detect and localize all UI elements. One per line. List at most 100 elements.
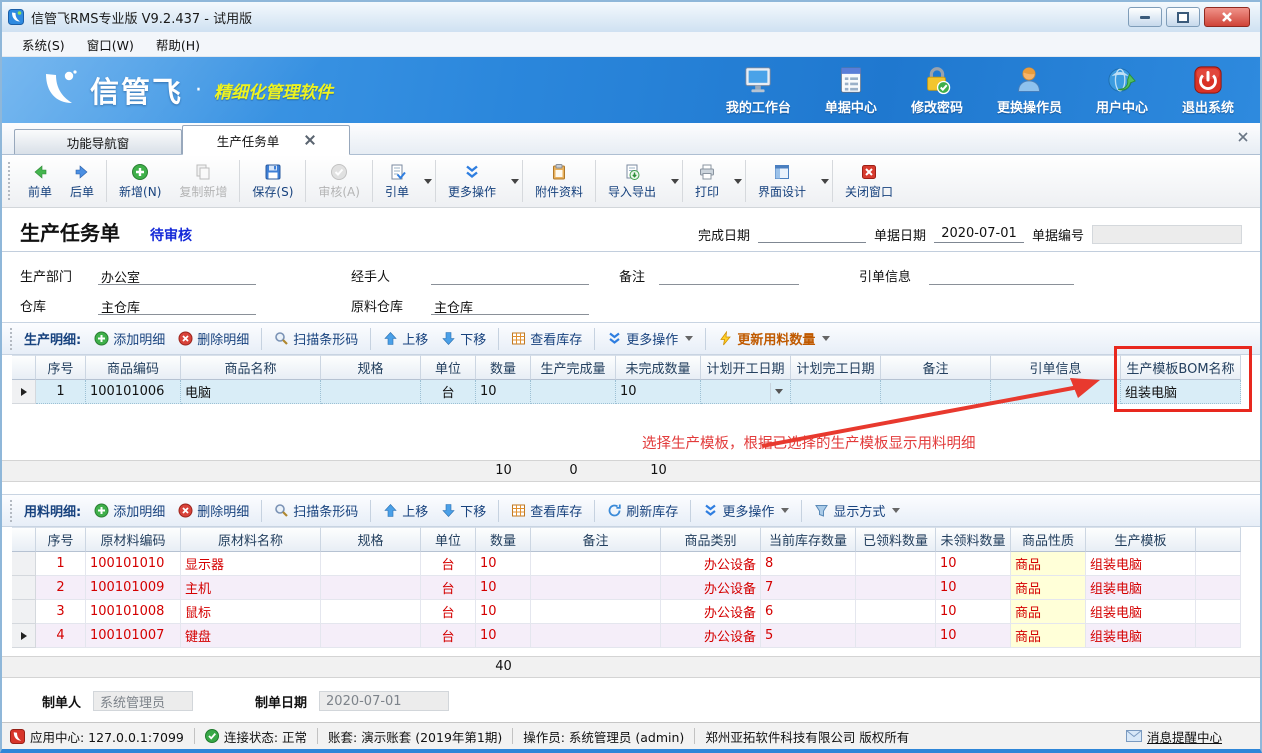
cell-unit[interactable]: 台 xyxy=(421,380,476,404)
tab-production-order[interactable]: 生产任务单 xyxy=(182,125,350,155)
cell-remark[interactable] xyxy=(531,576,661,600)
cell-material-code[interactable]: 100101010 xyxy=(86,552,181,576)
banner-action-user-center[interactable]: 用户中心 xyxy=(1096,65,1148,116)
dropdown-caret-icon[interactable] xyxy=(424,179,432,184)
cell-product-code[interactable]: 100101006 xyxy=(86,380,181,404)
column-header[interactable]: 未完成数量 xyxy=(616,355,701,380)
cell-remark[interactable] xyxy=(531,600,661,624)
column-header[interactable]: 商品类别 xyxy=(661,527,761,552)
dropdown-caret-icon[interactable] xyxy=(734,179,742,184)
banner-action-workbench[interactable]: 我的工作台 xyxy=(726,65,791,116)
column-header[interactable]: 数量 xyxy=(476,527,531,552)
cell-done-qty[interactable] xyxy=(531,380,616,404)
cell-seq[interactable]: 3 xyxy=(36,600,86,624)
ref-info-field[interactable] xyxy=(929,267,1074,285)
copy-new-button[interactable]: 复制新增 xyxy=(170,160,236,203)
column-header[interactable]: 备注 xyxy=(531,527,661,552)
cell-template[interactable]: 组装电脑 xyxy=(1086,552,1196,576)
finish-date-field[interactable] xyxy=(758,226,866,243)
dropdown-caret-icon[interactable] xyxy=(671,179,679,184)
column-header[interactable]: 单位 xyxy=(421,355,476,380)
cell-unit[interactable]: 台 xyxy=(421,552,476,576)
date-dropdown-button[interactable] xyxy=(770,383,786,401)
view-stock-button[interactable]: 查看库存 xyxy=(507,499,586,522)
move-up-button[interactable]: 上移 xyxy=(379,499,432,522)
cell-picked-qty[interactable] xyxy=(856,624,936,648)
column-header[interactable]: 序号 xyxy=(36,527,86,552)
cell-spec[interactable] xyxy=(321,380,421,404)
material-warehouse-field[interactable]: 主仓库 xyxy=(431,297,589,315)
cell-material-code[interactable]: 100101007 xyxy=(86,624,181,648)
cell-plan-start-date[interactable] xyxy=(701,380,791,404)
cell-seq[interactable]: 1 xyxy=(36,552,86,576)
column-header[interactable]: 备注 xyxy=(881,355,991,380)
cell-seq[interactable]: 4 xyxy=(36,624,86,648)
column-header[interactable]: 规格 xyxy=(321,527,421,552)
tab-nav-window[interactable]: 功能导航窗 xyxy=(14,129,182,154)
cell-qty[interactable]: 10 xyxy=(476,624,531,648)
column-header[interactable]: 数量 xyxy=(476,355,531,380)
move-up-button[interactable]: 上移 xyxy=(379,327,432,350)
cell-remark[interactable] xyxy=(531,624,661,648)
remark-field[interactable] xyxy=(659,267,799,285)
cell-template[interactable]: 组装电脑 xyxy=(1086,624,1196,648)
column-header[interactable]: 原材料名称 xyxy=(181,527,321,552)
cell-product-nature[interactable]: 商品 xyxy=(1011,552,1086,576)
banner-action-doc-center[interactable]: 单据中心 xyxy=(825,65,877,116)
next-doc-button[interactable]: 后单 xyxy=(61,160,103,203)
strip-close-icon[interactable] xyxy=(1238,131,1248,146)
cell-qty[interactable]: 10 xyxy=(476,600,531,624)
display-mode-button[interactable]: 显示方式 xyxy=(810,499,904,522)
banner-action-switch-operator[interactable]: 更换操作员 xyxy=(997,65,1062,116)
cell-category[interactable]: 办公设备 xyxy=(661,552,761,576)
cell-bom-template[interactable]: 组装电脑 xyxy=(1121,380,1241,404)
more-operations-button[interactable]: 更多操作 xyxy=(603,327,697,350)
column-header[interactable]: 计划完工日期 xyxy=(791,355,881,380)
cell-product-nature[interactable]: 商品 xyxy=(1011,600,1086,624)
scan-barcode-button[interactable]: 扫描条形码 xyxy=(270,327,362,350)
warehouse-field[interactable]: 主仓库 xyxy=(98,297,256,315)
column-header[interactable]: 商品性质 xyxy=(1011,527,1086,552)
update-material-qty-button[interactable]: 更新用料数量 xyxy=(714,327,834,350)
column-header[interactable]: 引单信息 xyxy=(991,355,1121,380)
restore-button[interactable] xyxy=(1166,7,1200,27)
attachments-button[interactable]: 附件资料 xyxy=(526,160,592,203)
cell-material-name[interactable]: 显示器 xyxy=(181,552,321,576)
menu-help[interactable]: 帮助(H) xyxy=(146,33,210,56)
cell-seq[interactable]: 1 xyxy=(36,380,86,404)
cell-spec[interactable] xyxy=(321,552,421,576)
cell-qty[interactable]: 10 xyxy=(476,576,531,600)
prev-doc-button[interactable]: 前单 xyxy=(19,160,61,203)
cell-category[interactable]: 办公设备 xyxy=(661,600,761,624)
cell-spec[interactable] xyxy=(321,600,421,624)
cell-template[interactable]: 组装电脑 xyxy=(1086,600,1196,624)
ui-design-button[interactable]: 界面设计 xyxy=(749,160,815,203)
audit-button[interactable]: 审核(A) xyxy=(309,160,369,203)
column-header[interactable]: 单位 xyxy=(421,527,476,552)
more-operations-button[interactable]: 更多操作 xyxy=(699,499,793,522)
cell-picked-qty[interactable] xyxy=(856,552,936,576)
menu-window[interactable]: 窗口(W) xyxy=(77,33,144,56)
cell-plan-finish-date[interactable] xyxy=(791,380,881,404)
cell-seq[interactable]: 2 xyxy=(36,576,86,600)
message-center-link[interactable]: 消息提醒中心 xyxy=(1126,727,1222,746)
cell-material-code[interactable]: 100101009 xyxy=(86,576,181,600)
column-header[interactable]: 生产模板BOM名称 xyxy=(1121,355,1241,380)
cell-qty[interactable]: 10 xyxy=(476,552,531,576)
pull-doc-button[interactable]: 引单 xyxy=(376,160,418,203)
cell-remaining-qty[interactable]: 10 xyxy=(616,380,701,404)
move-down-button[interactable]: 下移 xyxy=(437,327,490,350)
cell-category[interactable]: 办公设备 xyxy=(661,624,761,648)
dropdown-caret-icon[interactable] xyxy=(821,179,829,184)
dropdown-caret-icon[interactable] xyxy=(511,179,519,184)
add-new-button[interactable]: 新增(N) xyxy=(110,160,170,203)
column-header[interactable]: 未领料数量 xyxy=(936,527,1011,552)
column-header[interactable]: 当前库存数量 xyxy=(761,527,856,552)
import-export-button[interactable]: 导入导出 xyxy=(599,160,665,203)
tab-close-icon[interactable] xyxy=(305,135,315,145)
minimize-button[interactable] xyxy=(1128,7,1162,27)
cell-unit[interactable]: 台 xyxy=(421,576,476,600)
column-header[interactable]: 商品名称 xyxy=(181,355,321,380)
print-button[interactable]: 打印 xyxy=(686,160,728,203)
column-header[interactable]: 商品编码 xyxy=(86,355,181,380)
